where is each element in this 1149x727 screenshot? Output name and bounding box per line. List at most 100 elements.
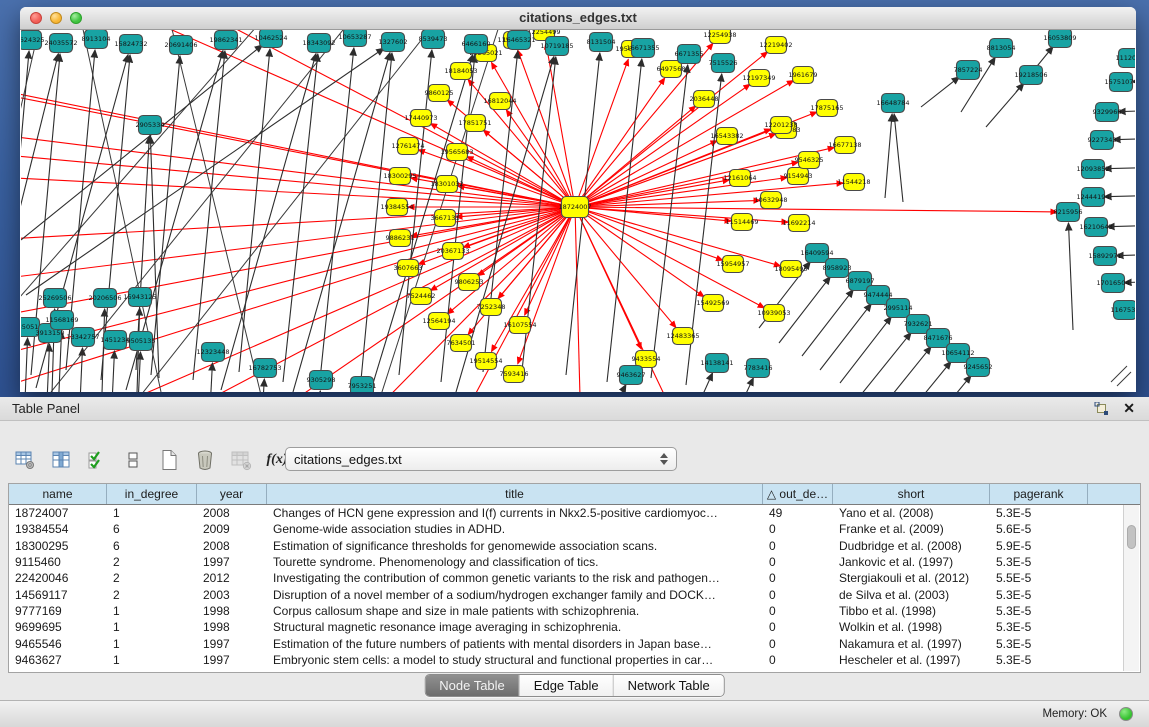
- rows-icon[interactable]: [122, 449, 144, 471]
- table-row[interactable]: 977716911998Corpus callosum shape and si…: [9, 603, 1140, 619]
- window-title: citations_edges.txt: [20, 10, 1136, 25]
- column-header-pagerank[interactable]: pagerank: [990, 484, 1088, 504]
- network-view-canvas[interactable]: 1872400712254499115489382226502118184053…: [21, 30, 1135, 392]
- table-cell: Jankovic et al. (1997): [833, 555, 990, 569]
- graph-node-label: 11692214: [782, 219, 815, 227]
- table-cell: Embryonic stem cells: a model to study s…: [267, 653, 763, 667]
- graph-edge: [209, 363, 212, 392]
- graph-node-label: 7593416: [500, 370, 529, 378]
- graph-node-label: 24035572: [44, 39, 77, 47]
- graph-node-label: 2905334: [136, 121, 165, 129]
- table-cell: 2: [107, 571, 197, 585]
- graph-node-label: 8958923: [823, 264, 852, 272]
- graph-node-label: 15892971: [1088, 252, 1121, 260]
- graph-node-label: 9433554: [632, 355, 661, 363]
- table-cell: 5.3E-5: [990, 620, 1088, 634]
- table-cell: 5.5E-5: [990, 571, 1088, 585]
- graph-node-label: 18184053: [444, 67, 477, 75]
- tab-node-table[interactable]: Node Table: [425, 675, 520, 696]
- graph-node-label: 8131504: [587, 38, 616, 46]
- delete-table-icon[interactable]: [194, 449, 216, 471]
- graph-node-label: 8539473: [419, 35, 448, 43]
- graph-node-label: 12093852: [1076, 165, 1109, 173]
- column-header-title[interactable]: title: [267, 484, 763, 504]
- graph-node-label: 3913150: [36, 329, 65, 337]
- table-cell: Wolkin et al. (1998): [833, 620, 990, 634]
- tab-network-table[interactable]: Network Table: [614, 675, 724, 696]
- column-header-year[interactable]: year: [197, 484, 267, 504]
- graph-node-label: 18095495: [774, 265, 807, 273]
- graph-node-label: 9806253: [455, 278, 484, 286]
- table-row[interactable]: 911546021997Tourette syndrome. Phenomeno…: [9, 554, 1140, 570]
- graph-node-label: 15943125: [123, 293, 156, 301]
- graph-node-label: 10632948: [754, 196, 787, 204]
- table-cell: 1998: [197, 604, 267, 618]
- table-cell: 2: [107, 555, 197, 569]
- table-row[interactable]: 1938455462009Genome-wide association stu…: [9, 521, 1140, 537]
- table-row[interactable]: 946362711997Embryonic stem cells: a mode…: [9, 652, 1140, 668]
- table-cell: 9465546: [9, 637, 107, 651]
- table-selector-dropdown[interactable]: citations_edges.txt: [285, 447, 677, 471]
- graph-node-label: 8471676: [924, 334, 953, 342]
- table-cell: 49: [763, 506, 833, 520]
- graph-node-label: 5624325: [21, 36, 44, 44]
- graph-edge: [1111, 366, 1127, 382]
- table-row[interactable]: 969969511998Structural magnetic resonanc…: [9, 619, 1140, 635]
- select-all-icon[interactable]: [86, 449, 108, 471]
- graph-node-label: 15751074: [1104, 78, 1135, 86]
- table-cell: 5.3E-5: [990, 653, 1088, 667]
- table-cell: Franke et al. (2009): [833, 522, 990, 536]
- graph-node-label: 16465321: [502, 36, 535, 44]
- graph-node-label: 7634501: [447, 339, 476, 347]
- network-window-titlebar[interactable]: citations_edges.txt: [20, 7, 1136, 30]
- graph-edge: [802, 290, 853, 356]
- new-document-icon[interactable]: [158, 449, 180, 471]
- table-row[interactable]: 946554611997Estimation of the future num…: [9, 635, 1140, 651]
- graph-edge: [317, 391, 320, 392]
- graph-node-label: 6879197: [846, 277, 875, 285]
- show-columns-icon[interactable]: [50, 449, 72, 471]
- table-cell: Stergiakouli et al. (2012): [833, 571, 990, 585]
- network-graph[interactable]: 1872400712254499115489382226502118184053…: [21, 30, 1135, 392]
- graph-node-label: 19565683: [440, 148, 473, 156]
- column-header-name[interactable]: name: [9, 484, 107, 504]
- graph-node-label: 12761474: [391, 142, 424, 150]
- column-header-outde[interactable]: △ out_de…: [763, 484, 833, 504]
- column-header-indegree[interactable]: in_degree: [107, 484, 197, 504]
- combo-arrows-icon: [660, 453, 668, 465]
- tab-edge-table[interactable]: Edge Table: [520, 675, 614, 696]
- table-cell: 1: [107, 604, 197, 618]
- graph-node-label: 19514554: [469, 357, 502, 365]
- table-cell: 0: [763, 539, 833, 553]
- graph-edge: [21, 207, 575, 290]
- table-row[interactable]: 1830029562008Estimation of significance …: [9, 538, 1140, 554]
- scrollbar-thumb[interactable]: [1127, 525, 1136, 549]
- graph-node-label: 7857224: [954, 66, 983, 74]
- graph-node-label: 9305298: [307, 376, 336, 384]
- modify-table-icon[interactable]: [14, 449, 36, 471]
- close-panel-icon[interactable]: ✕: [1123, 400, 1135, 417]
- graph-edge: [283, 54, 318, 382]
- graph-node-label: 11544218: [837, 178, 870, 186]
- table-cell: Genome-wide association studies in ADHD.: [267, 522, 763, 536]
- graph-node-label: 18301032: [430, 180, 463, 188]
- graph-edge: [1068, 223, 1073, 330]
- graph-node-label: 1327602: [379, 38, 408, 46]
- graph-node-label: 11568169: [45, 316, 78, 324]
- graph-edge: [575, 207, 1057, 212]
- graph-node-label: 10462524: [254, 34, 287, 42]
- graph-node-label: 12323448: [196, 348, 229, 356]
- table-row[interactable]: 1872400712008Changes of HCN gene express…: [9, 505, 1140, 521]
- graph-node-label: 15492569: [696, 299, 729, 307]
- table-cell: 2012: [197, 571, 267, 585]
- table-row[interactable]: 2242004622012Investigating the contribut…: [9, 570, 1140, 586]
- column-header-short[interactable]: short: [833, 484, 990, 504]
- table-vertical-scrollbar[interactable]: [1123, 505, 1139, 671]
- graph-edge: [261, 379, 264, 392]
- table-row[interactable]: 1456911722003Disruption of a novel membe…: [9, 586, 1140, 602]
- float-window-icon[interactable]: [1094, 402, 1109, 421]
- graph-edge: [239, 49, 270, 372]
- table-cell: 1: [107, 653, 197, 667]
- table-cell: 5.3E-5: [990, 506, 1088, 520]
- table-cell: 1998: [197, 620, 267, 634]
